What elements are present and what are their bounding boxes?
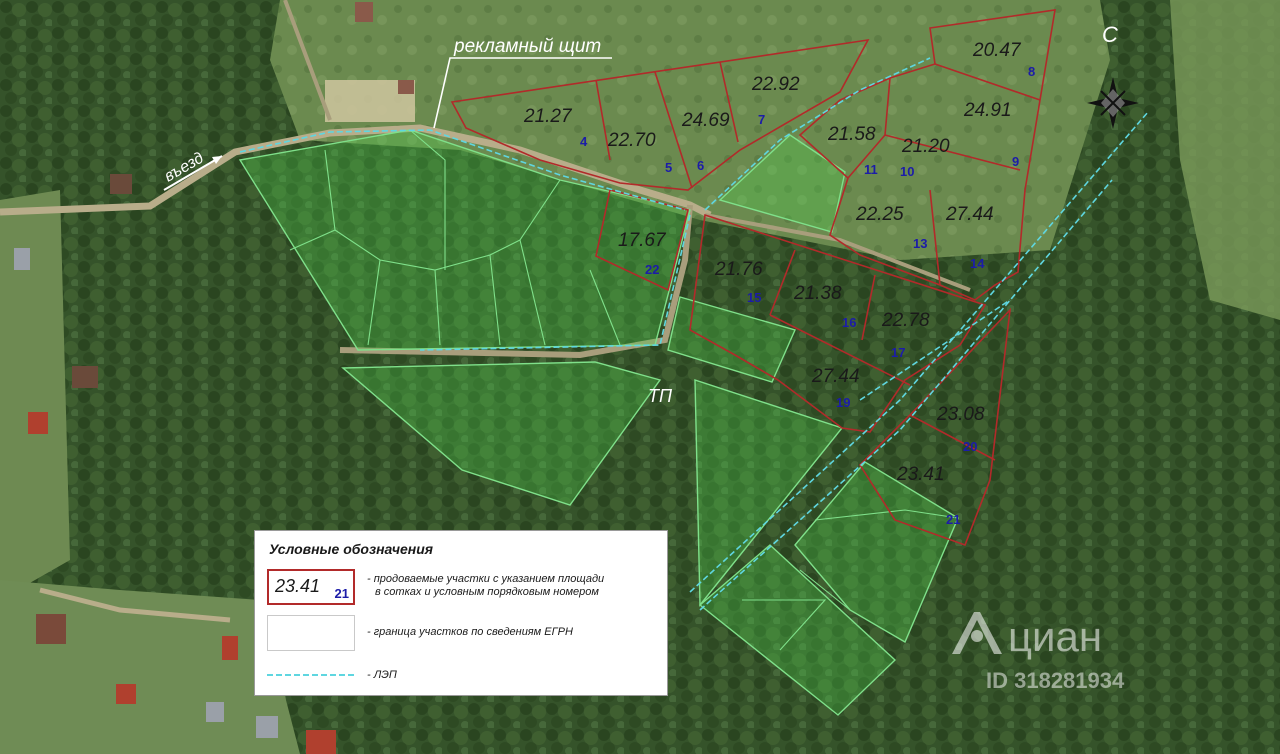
legend: Условные обозначения 23.41 21 - продовае… bbox=[254, 530, 668, 696]
legend-lep-text: - ЛЭП bbox=[367, 669, 397, 681]
legend-egrn-sample bbox=[267, 615, 355, 651]
plot-area: 22.92 bbox=[751, 74, 800, 95]
plot-area: 21.27 bbox=[523, 106, 573, 127]
legend-sample-area: 23.41 bbox=[275, 576, 321, 596]
house bbox=[256, 716, 278, 738]
cian-brand: циан bbox=[1008, 613, 1102, 660]
plot-number: 22 bbox=[645, 262, 659, 277]
plot-number: 10 bbox=[900, 164, 914, 179]
substation-label: ТП bbox=[648, 386, 673, 406]
north-label: С bbox=[1102, 22, 1118, 47]
billboard-label: рекламный щит bbox=[453, 36, 601, 57]
plot-area: 17.67 bbox=[618, 230, 667, 251]
plot-number: 7 bbox=[758, 112, 765, 127]
cian-watermark: циан ID 318281934 bbox=[952, 612, 1125, 693]
plot-number: 20 bbox=[963, 439, 977, 454]
plot-number: 16 bbox=[842, 315, 856, 330]
plot-number: 14 bbox=[970, 256, 985, 271]
plot-area: 23.08 bbox=[936, 404, 985, 425]
plot-area: 24.69 bbox=[681, 110, 730, 131]
legend-sale-text: - продоваемые участки с указанием площад… bbox=[367, 573, 604, 599]
house bbox=[355, 2, 373, 22]
village-area bbox=[0, 190, 70, 600]
house bbox=[28, 412, 48, 434]
legend-sample-number: 21 bbox=[334, 586, 349, 601]
plot-area: 27.44 bbox=[945, 204, 994, 225]
plot-number: 15 bbox=[747, 290, 761, 305]
plot-area: 24.91 bbox=[963, 100, 1012, 121]
house bbox=[72, 366, 98, 388]
house bbox=[110, 174, 132, 194]
plot-number: 4 bbox=[580, 134, 588, 149]
legend-lep-sample bbox=[267, 674, 355, 676]
plot-area: 21.76 bbox=[714, 259, 763, 280]
house bbox=[398, 80, 414, 94]
plot-number: 13 bbox=[913, 236, 927, 251]
plot-number: 11 bbox=[864, 162, 878, 177]
plot-number: 8 bbox=[1028, 64, 1035, 79]
legend-sale-line1: - продоваемые участки с указанием площад… bbox=[367, 573, 605, 585]
plot-area: 22.25 bbox=[855, 204, 904, 225]
house bbox=[116, 684, 136, 704]
plot-area: 27.44 bbox=[811, 366, 860, 387]
plot-area: 22.78 bbox=[881, 310, 930, 331]
plot-number: 21 bbox=[946, 512, 960, 527]
cian-logo-icon bbox=[952, 612, 1002, 654]
listing-id: ID 318281934 bbox=[986, 668, 1125, 693]
house bbox=[306, 730, 336, 754]
house bbox=[206, 702, 224, 722]
legend-sale-sample: 23.41 21 bbox=[267, 569, 355, 605]
plot-area: 21.20 bbox=[901, 136, 950, 157]
plot-area: 21.58 bbox=[827, 124, 876, 145]
plot-area: 21.38 bbox=[793, 283, 842, 304]
plot-number: 9 bbox=[1012, 154, 1019, 169]
plot-number: 17 bbox=[891, 345, 905, 360]
plot-number: 5 bbox=[665, 160, 672, 175]
house bbox=[36, 614, 66, 644]
plot-number: 6 bbox=[697, 158, 704, 173]
house bbox=[14, 248, 30, 270]
house bbox=[222, 636, 238, 660]
plot-area: 23.41 bbox=[896, 464, 945, 485]
legend-title: Условные обозначения bbox=[269, 541, 434, 557]
legend-sale-line2: в сотках и условным порядковым номером bbox=[375, 586, 599, 598]
plot-area: 20.47 bbox=[972, 40, 1022, 61]
legend-egrn-text: - граница участков по сведениям ЕГРН bbox=[367, 626, 573, 638]
plot-number: 19 bbox=[836, 395, 850, 410]
plot-area: 22.70 bbox=[607, 130, 656, 151]
